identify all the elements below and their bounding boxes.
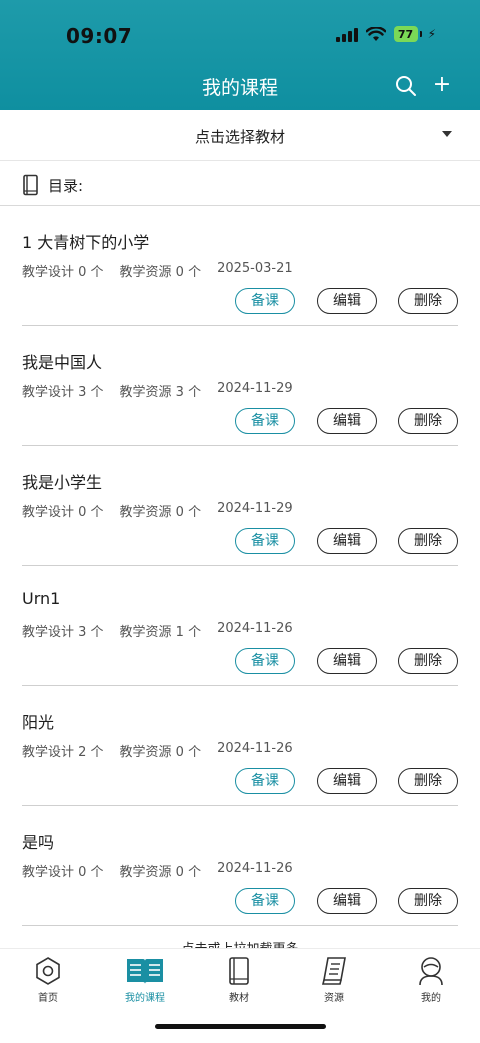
- course-meta: 教学设计 0 个 教学资源 0 个 2025-03-21: [22, 261, 293, 280]
- home-hexagon-icon: [36, 957, 60, 985]
- delete-button[interactable]: 删除: [398, 768, 458, 794]
- chevron-down-icon[interactable]: [442, 131, 452, 137]
- charging-icon: ⚡: [427, 27, 436, 41]
- textbook-icon: [229, 957, 249, 985]
- edit-button[interactable]: 编辑: [317, 408, 377, 434]
- tab-label: 我的: [421, 993, 441, 1004]
- home-indicator: [155, 1024, 326, 1029]
- edit-button[interactable]: 编辑: [317, 888, 377, 914]
- tab-home[interactable]: 首页: [8, 956, 88, 1004]
- search-icon[interactable]: [394, 74, 418, 98]
- course-date: 2024-11-26: [217, 861, 293, 876]
- delete-button[interactable]: 删除: [398, 528, 458, 554]
- course-date: 2024-11-29: [217, 381, 293, 396]
- battery-tip: [419, 31, 422, 37]
- tab-my-courses[interactable]: 我的课程: [105, 956, 185, 1004]
- tab-resources[interactable]: 资源: [294, 956, 374, 1004]
- resource-count: 教学资源 0 个: [119, 265, 202, 280]
- battery-level: 77: [393, 26, 418, 42]
- resource-count: 教学资源 0 个: [119, 865, 202, 880]
- prepare-button[interactable]: 备课: [235, 888, 295, 914]
- course-meta: 教学设计 0 个 教学资源 0 个 2024-11-26: [22, 861, 293, 880]
- course-name: 我是中国人: [22, 353, 103, 372]
- textbook-picker-label: 点击选择教材: [194, 128, 285, 146]
- course-date: 2024-11-26: [217, 741, 293, 756]
- edit-button[interactable]: 编辑: [317, 768, 377, 794]
- prepare-button[interactable]: 备课: [235, 408, 295, 434]
- prepare-button[interactable]: 备课: [235, 648, 295, 674]
- course-name: 1 大青树下的小学: [22, 233, 150, 252]
- course-date: 2024-11-29: [217, 501, 293, 516]
- edit-button[interactable]: 编辑: [317, 528, 377, 554]
- delete-button[interactable]: 删除: [398, 288, 458, 314]
- design-count: 教学设计 3 个: [22, 625, 104, 640]
- course-meta: 教学设计 0 个 教学资源 0 个 2024-11-29: [22, 501, 293, 520]
- course-name: Urn1: [22, 589, 61, 608]
- divider: [22, 925, 458, 926]
- design-count: 教学设计 0 个: [22, 505, 104, 520]
- course-name: 是吗: [22, 833, 55, 852]
- course-meta: 教学设计 3 个 教学资源 1 个 2024-11-26: [22, 621, 293, 640]
- course-item[interactable]: 我是小学生 教学设计 0 个 教学资源 0 个 2024-11-29 备课 编辑…: [0, 446, 480, 566]
- edit-button[interactable]: 编辑: [317, 648, 377, 674]
- resource-count: 教学资源 0 个: [119, 745, 202, 760]
- design-count: 教学设计 2 个: [22, 745, 104, 760]
- course-item[interactable]: 阳光 教学设计 2 个 教学资源 0 个 2024-11-26 备课 编辑 删除: [0, 686, 480, 806]
- course-item[interactable]: 1 大青树下的小学 教学设计 0 个 教学资源 0 个 2025-03-21 备…: [0, 206, 480, 326]
- edit-button[interactable]: 编辑: [317, 288, 377, 314]
- tab-textbooks[interactable]: 教材: [199, 956, 279, 1004]
- course-date: 2025-03-21: [217, 261, 293, 276]
- delete-button[interactable]: 删除: [398, 648, 458, 674]
- prepare-button[interactable]: 备课: [235, 768, 295, 794]
- design-count: 教学设计 3 个: [22, 385, 104, 400]
- header-bar: 09:07 77 ⚡ 我的课程 +: [0, 0, 480, 110]
- course-date: 2024-11-26: [217, 621, 293, 636]
- textbook-picker[interactable]: 点击选择教材: [0, 110, 480, 161]
- delete-button[interactable]: 删除: [398, 888, 458, 914]
- course-meta: 教学设计 3 个 教学资源 3 个 2024-11-29: [22, 381, 293, 400]
- cellular-signal-icon: [335, 26, 358, 42]
- delete-button[interactable]: 删除: [398, 408, 458, 434]
- toc-label: 目录:: [48, 176, 84, 195]
- tab-label: 首页: [38, 993, 58, 1004]
- course-name: 阳光: [22, 713, 55, 732]
- toc-header: 目录:: [22, 170, 83, 200]
- resource-book-icon: [321, 957, 346, 985]
- prepare-button[interactable]: 备课: [235, 528, 295, 554]
- tab-label: 我的课程: [125, 993, 165, 1004]
- course-item[interactable]: 我是中国人 教学设计 3 个 教学资源 3 个 2024-11-29 备课 编辑…: [0, 326, 480, 446]
- bottom-tab-bar: 首页 我的课程 教材 资源 我的: [0, 948, 480, 1009]
- prepare-button[interactable]: 备课: [235, 288, 295, 314]
- user-icon: [419, 957, 443, 986]
- design-count: 教学设计 0 个: [22, 265, 104, 280]
- wifi-icon: [365, 26, 386, 41]
- resource-count: 教学资源 1 个: [119, 625, 202, 640]
- add-icon[interactable]: +: [430, 72, 454, 98]
- status-icons: 77 ⚡: [335, 26, 436, 42]
- tab-profile[interactable]: 我的: [391, 956, 471, 1004]
- course-item[interactable]: 是吗 教学设计 0 个 教学资源 0 个 2024-11-26 备课 编辑 删除: [0, 806, 480, 926]
- tab-label: 教材: [229, 993, 249, 1004]
- open-book-icon: [127, 959, 163, 984]
- book-icon: [23, 174, 38, 196]
- course-name: 我是小学生: [22, 473, 103, 492]
- course-item[interactable]: Urn1 教学设计 3 个 教学资源 1 个 2024-11-26 备课 编辑 …: [0, 566, 480, 686]
- tab-label: 资源: [324, 993, 344, 1004]
- resource-count: 教学资源 3 个: [119, 385, 202, 400]
- course-meta: 教学设计 2 个 教学资源 0 个 2024-11-26: [22, 741, 293, 760]
- design-count: 教学设计 0 个: [22, 865, 104, 880]
- resource-count: 教学资源 0 个: [119, 505, 202, 520]
- status-time: 09:07: [66, 24, 133, 48]
